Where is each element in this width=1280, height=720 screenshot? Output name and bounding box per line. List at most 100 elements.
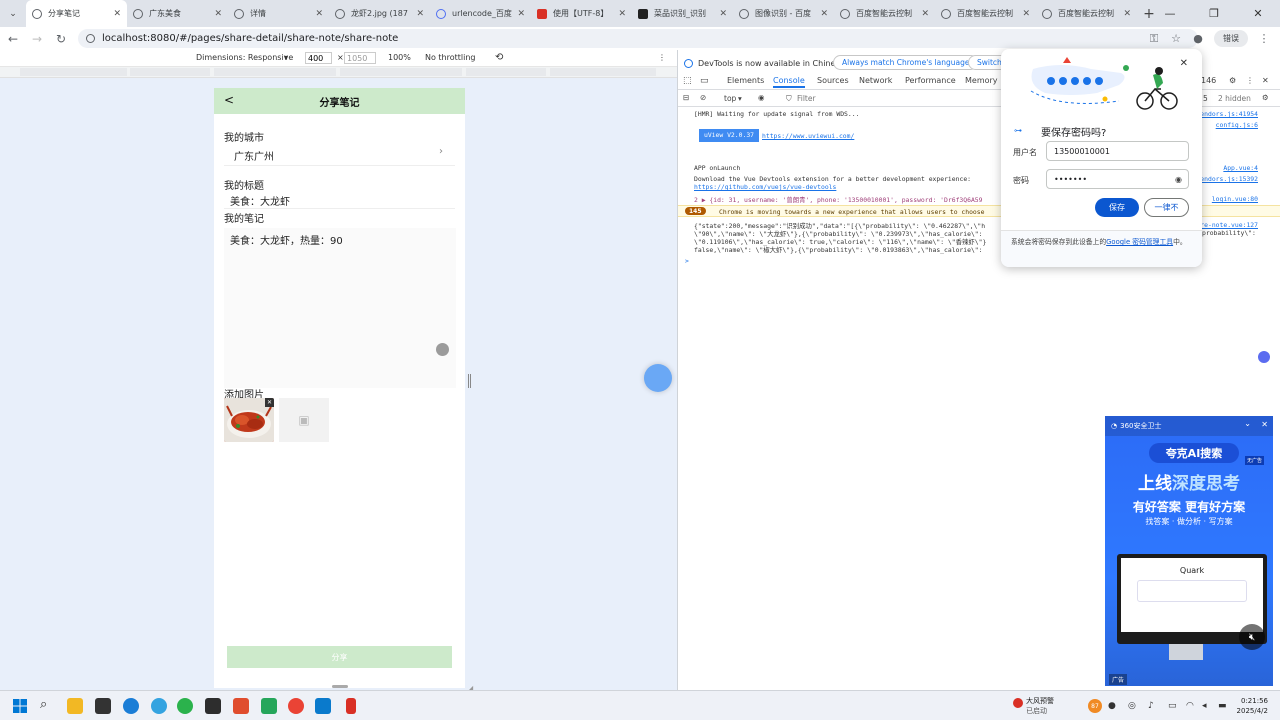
app-icon[interactable] bbox=[346, 698, 356, 714]
console-source-link[interactable]: App.vue:4 bbox=[1223, 164, 1258, 172]
password-manager-link[interactable]: Google 密码管理工具 bbox=[1106, 238, 1173, 246]
bookmark-star-icon[interactable]: ☆ bbox=[1170, 32, 1182, 45]
close-icon[interactable]: ✕ bbox=[517, 9, 525, 19]
close-icon[interactable]: ✕ bbox=[921, 9, 929, 19]
back-arrow-icon[interactable]: < bbox=[224, 93, 234, 107]
browser-tab[interactable]: 百度智能云控制 ✕ bbox=[935, 0, 1036, 27]
app-icon[interactable] bbox=[95, 698, 111, 714]
console-source-link[interactable]: login.vue:80 bbox=[1212, 195, 1258, 203]
tab-search-icon[interactable]: ⌄ bbox=[0, 0, 26, 27]
app-icon[interactable] bbox=[205, 698, 221, 714]
close-icon[interactable]: ✕ bbox=[416, 9, 424, 19]
error-button[interactable]: 错误 bbox=[1214, 30, 1248, 47]
reload-icon[interactable]: ↻ bbox=[50, 28, 72, 50]
chevron-right-icon[interactable]: › bbox=[439, 146, 443, 157]
note-textarea[interactable] bbox=[224, 228, 456, 388]
close-icon[interactable]: ✕ bbox=[214, 9, 222, 19]
chrome-icon[interactable] bbox=[288, 698, 304, 714]
browser-tab[interactable]: 使用【UTF-8】 ✕ bbox=[531, 0, 632, 27]
chevron-down-icon[interactable]: ⌄ bbox=[1244, 419, 1251, 428]
username-field[interactable]: 13500010001 bbox=[1046, 141, 1189, 161]
windows-start-icon[interactable] bbox=[12, 698, 28, 714]
delete-image-icon[interactable]: ✕ bbox=[265, 398, 274, 407]
media-segment[interactable] bbox=[214, 68, 336, 76]
close-icon[interactable]: ✕ bbox=[1022, 9, 1030, 19]
clock[interactable]: 0:21:56 2025/4/2 bbox=[1237, 696, 1268, 716]
close-icon[interactable]: ✕ bbox=[1262, 76, 1269, 85]
throttle-select[interactable]: No throttling bbox=[425, 53, 476, 62]
never-button[interactable]: 一律不 bbox=[1144, 198, 1189, 217]
width-input[interactable] bbox=[305, 52, 332, 64]
input-icon[interactable]: ▭ bbox=[1168, 701, 1177, 711]
tab-network[interactable]: Network bbox=[859, 76, 892, 85]
rotate-icon[interactable]: ⟲ bbox=[495, 52, 503, 63]
tab-elements[interactable]: Elements bbox=[727, 76, 764, 85]
close-icon[interactable]: ✕ bbox=[719, 9, 727, 19]
resize-handle[interactable] bbox=[468, 374, 471, 388]
console-prompt[interactable]: > bbox=[685, 257, 689, 265]
device-toggle-icon[interactable]: ▭ bbox=[700, 76, 709, 86]
forward-icon[interactable]: → bbox=[26, 28, 48, 50]
quark-ad-popup[interactable]: ◔ 360安全卫士 ⌄ ✕ 夸克AI搜索 无广告 上线深度思考 有好答案 更有好… bbox=[1105, 416, 1273, 686]
tray-icon[interactable]: ◎ bbox=[1128, 701, 1136, 711]
media-segment[interactable] bbox=[130, 68, 210, 76]
more-options-icon[interactable]: ⋮ bbox=[658, 53, 666, 62]
devtools-link[interactable]: https://github.com/vuejs/vue-devtools bbox=[694, 183, 836, 191]
media-segment[interactable] bbox=[466, 68, 546, 76]
title-input[interactable]: 美食：大龙虾 bbox=[230, 193, 290, 208]
console-source-link[interactable]: vendors.js:15392 bbox=[1196, 175, 1258, 183]
issues-count[interactable]: 146 bbox=[1201, 76, 1216, 85]
close-icon[interactable]: ✕ bbox=[618, 9, 626, 19]
app-icon[interactable] bbox=[233, 698, 249, 714]
filter-input[interactable]: Filter bbox=[797, 94, 816, 103]
close-icon[interactable]: ✕ bbox=[1261, 420, 1268, 429]
browser-tab[interactable]: 百度智能云控制 ✕ bbox=[1036, 0, 1137, 27]
tab-console[interactable]: Console bbox=[773, 76, 805, 88]
more-icon[interactable]: ⋮ bbox=[1246, 76, 1254, 85]
tab-memory[interactable]: Memory bbox=[965, 76, 998, 85]
close-window-icon[interactable]: ✕ bbox=[1236, 0, 1280, 27]
browser-tab[interactable]: 菜品识别_识别 ✕ bbox=[632, 0, 733, 27]
browser-app-icon[interactable] bbox=[151, 698, 167, 714]
volume-icon[interactable]: ◂ bbox=[1202, 701, 1207, 711]
browser-tab[interactable]: urlencode_百度 ✕ bbox=[430, 0, 531, 27]
browser-tab[interactable]: 分享笔记 ✕ bbox=[26, 0, 127, 27]
inspect-icon[interactable]: ⬚ bbox=[683, 76, 692, 86]
add-image-button[interactable]: ▣ bbox=[279, 398, 329, 442]
search-icon[interactable]: ⌕ bbox=[40, 697, 47, 712]
eye-icon[interactable]: ◉ bbox=[1175, 175, 1182, 184]
vscode-icon[interactable] bbox=[315, 698, 331, 714]
uploaded-image-thumbnail[interactable]: ✕ bbox=[224, 398, 274, 442]
microphone-icon[interactable]: ♪ bbox=[1148, 701, 1154, 711]
close-icon[interactable]: ✕ bbox=[315, 9, 323, 19]
media-segment[interactable] bbox=[550, 68, 656, 76]
dimensions-select[interactable]: Dimensions: Responsive bbox=[196, 53, 293, 62]
profile-icon[interactable]: ● bbox=[1192, 32, 1204, 45]
assistant-sidebar-icon[interactable] bbox=[1258, 351, 1270, 363]
wifi-icon[interactable]: ◠ bbox=[1186, 701, 1194, 711]
hbuilder-icon[interactable] bbox=[261, 698, 277, 714]
tab-performance[interactable]: Performance bbox=[905, 76, 956, 85]
close-icon[interactable]: ✕ bbox=[113, 9, 121, 19]
console-settings-icon[interactable]: ⚙ bbox=[1262, 93, 1269, 102]
back-icon[interactable]: ← bbox=[2, 28, 24, 50]
save-button[interactable]: 保存 bbox=[1095, 198, 1139, 217]
clear-console-icon[interactable]: ⊘ bbox=[700, 93, 706, 102]
password-field[interactable]: ••••••• ◉ bbox=[1046, 169, 1189, 189]
maximize-icon[interactable]: ❐ bbox=[1192, 0, 1236, 27]
file-explorer-icon[interactable] bbox=[67, 698, 83, 714]
site-info-icon[interactable] bbox=[86, 34, 95, 43]
height-input[interactable] bbox=[344, 52, 376, 64]
city-value[interactable]: 广东广州 bbox=[234, 148, 274, 163]
gear-icon[interactable]: ⚙ bbox=[1229, 76, 1236, 85]
floating-assistant-button[interactable] bbox=[644, 364, 672, 392]
password-key-icon[interactable]: ⚿ bbox=[1148, 32, 1160, 45]
menu-dots-icon[interactable]: ⋮ bbox=[1258, 32, 1270, 45]
uview-link[interactable]: https://www.uviewui.com/ bbox=[762, 132, 854, 140]
edge-icon[interactable] bbox=[123, 698, 139, 714]
media-segment[interactable] bbox=[20, 68, 127, 76]
badge-icon[interactable]: 87 bbox=[1088, 699, 1102, 713]
tray-icon[interactable]: ● bbox=[1108, 701, 1116, 711]
browser-tab[interactable]: 百度智能云控制 ✕ bbox=[834, 0, 935, 27]
news-widget[interactable]: 大风预警 已启动 bbox=[1026, 696, 1054, 716]
